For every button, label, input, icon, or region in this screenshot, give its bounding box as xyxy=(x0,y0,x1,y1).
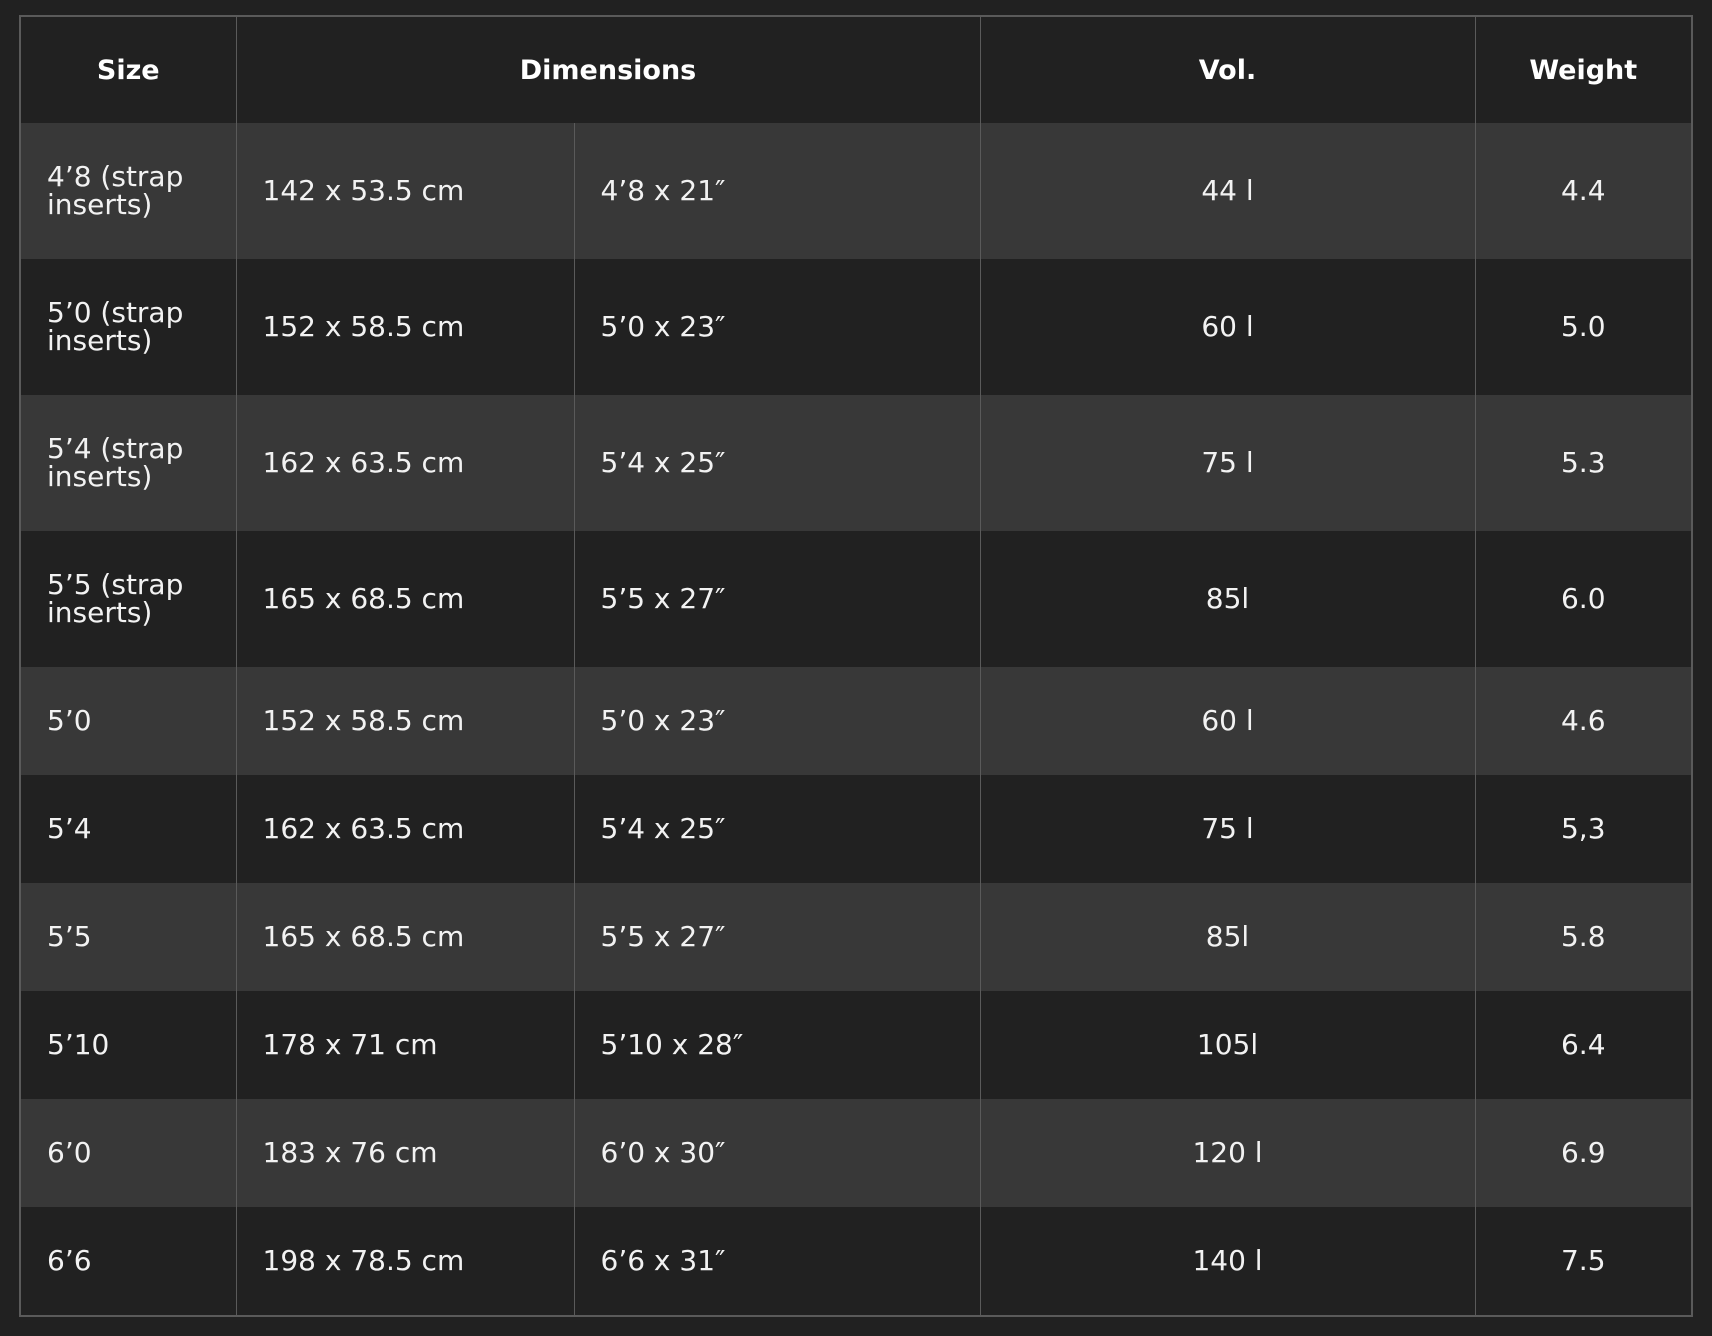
cell-weight: 5,3 xyxy=(1474,775,1691,883)
cell-volume: 140 l xyxy=(979,1207,1476,1315)
size-chart-table: Size Dimensions Vol. Weight 4’8 (strap i… xyxy=(21,17,1691,1315)
table-row: 5’4 (strap inserts) 162 x 63.5 cm 5’4 x … xyxy=(21,395,1691,531)
cell-size: 5’4 xyxy=(21,775,236,883)
cell-dimensions-inch: 5’5 x 27″ xyxy=(573,883,981,991)
cell-dimensions-cm: 178 x 71 cm xyxy=(235,991,574,1099)
cell-weight: 6.4 xyxy=(1474,991,1691,1099)
table-row: 5’5 (strap inserts) 165 x 68.5 cm 5’5 x … xyxy=(21,531,1691,667)
cell-volume: 60 l xyxy=(979,259,1476,395)
cell-volume: 75 l xyxy=(979,775,1476,883)
table-row: 6’6 198 x 78.5 cm 6’6 x 31″ 140 l 7.5 xyxy=(21,1207,1691,1315)
cell-size: 5’0 (strap inserts) xyxy=(21,259,236,395)
cell-weight: 4.4 xyxy=(1474,123,1691,259)
cell-weight: 6.0 xyxy=(1474,531,1691,667)
cell-volume: 85l xyxy=(979,531,1476,667)
cell-dimensions-cm: 162 x 63.5 cm xyxy=(235,775,574,883)
cell-volume: 120 l xyxy=(979,1099,1476,1207)
cell-dimensions-inch: 5’10 x 28″ xyxy=(573,991,981,1099)
cell-weight: 4.6 xyxy=(1474,667,1691,775)
cell-dimensions-cm: 165 x 68.5 cm xyxy=(235,883,574,991)
cell-dimensions-cm: 162 x 63.5 cm xyxy=(235,395,574,531)
cell-size: 5’4 (strap inserts) xyxy=(21,395,236,531)
cell-dimensions-inch: 5’4 x 25″ xyxy=(573,395,981,531)
cell-size: 6’6 xyxy=(21,1207,236,1315)
cell-dimensions-cm: 142 x 53.5 cm xyxy=(235,123,574,259)
cell-volume: 75 l xyxy=(979,395,1476,531)
cell-size: 5’5 xyxy=(21,883,236,991)
cell-volume: 60 l xyxy=(979,667,1476,775)
cell-size: 5’0 xyxy=(21,667,236,775)
cell-weight: 5.0 xyxy=(1474,259,1691,395)
cell-size: 4’8 (strap inserts) xyxy=(21,123,236,259)
table-row: 5’4 162 x 63.5 cm 5’4 x 25″ 75 l 5,3 xyxy=(21,775,1691,883)
cell-dimensions-cm: 183 x 76 cm xyxy=(235,1099,574,1207)
cell-dimensions-inch: 4’8 x 21″ xyxy=(573,123,981,259)
cell-volume: 105l xyxy=(979,991,1476,1099)
cell-dimensions-inch: 5’0 x 23″ xyxy=(573,667,981,775)
cell-dimensions-cm: 152 x 58.5 cm xyxy=(235,667,574,775)
table-row: 4’8 (strap inserts) 142 x 53.5 cm 4’8 x … xyxy=(21,123,1691,259)
cell-dimensions-inch: 5’4 x 25″ xyxy=(573,775,981,883)
table-row: 5’5 165 x 68.5 cm 5’5 x 27″ 85l 5.8 xyxy=(21,883,1691,991)
cell-dimensions-cm: 198 x 78.5 cm xyxy=(235,1207,574,1315)
cell-volume: 85l xyxy=(979,883,1476,991)
cell-weight: 6.9 xyxy=(1474,1099,1691,1207)
cell-size: 5’5 (strap inserts) xyxy=(21,531,236,667)
table-row: 5’0 152 x 58.5 cm 5’0 x 23″ 60 l 4.6 xyxy=(21,667,1691,775)
table-row: 6’0 183 x 76 cm 6’0 x 30″ 120 l 6.9 xyxy=(21,1099,1691,1207)
cell-dimensions-inch: 6’6 x 31″ xyxy=(573,1207,981,1315)
cell-dimensions-inch: 6’0 x 30″ xyxy=(573,1099,981,1207)
cell-dimensions-inch: 5’0 x 23″ xyxy=(573,259,981,395)
table-header-row: Size Dimensions Vol. Weight xyxy=(21,17,1691,123)
header-dimensions: Dimensions xyxy=(235,17,981,123)
cell-dimensions-cm: 165 x 68.5 cm xyxy=(235,531,574,667)
cell-dimensions-cm: 152 x 58.5 cm xyxy=(235,259,574,395)
header-volume: Vol. xyxy=(979,17,1476,123)
cell-size: 6’0 xyxy=(21,1099,236,1207)
cell-dimensions-inch: 5’5 x 27″ xyxy=(573,531,981,667)
header-size: Size xyxy=(21,17,236,123)
cell-volume: 44 l xyxy=(979,123,1476,259)
cell-weight: 7.5 xyxy=(1474,1207,1691,1315)
size-chart-table-frame: Size Dimensions Vol. Weight 4’8 (strap i… xyxy=(19,15,1693,1317)
cell-size: 5’10 xyxy=(21,991,236,1099)
cell-weight: 5.3 xyxy=(1474,395,1691,531)
header-weight: Weight xyxy=(1474,17,1691,123)
table-row: 5’0 (strap inserts) 152 x 58.5 cm 5’0 x … xyxy=(21,259,1691,395)
table-row: 5’10 178 x 71 cm 5’10 x 28″ 105l 6.4 xyxy=(21,991,1691,1099)
cell-weight: 5.8 xyxy=(1474,883,1691,991)
